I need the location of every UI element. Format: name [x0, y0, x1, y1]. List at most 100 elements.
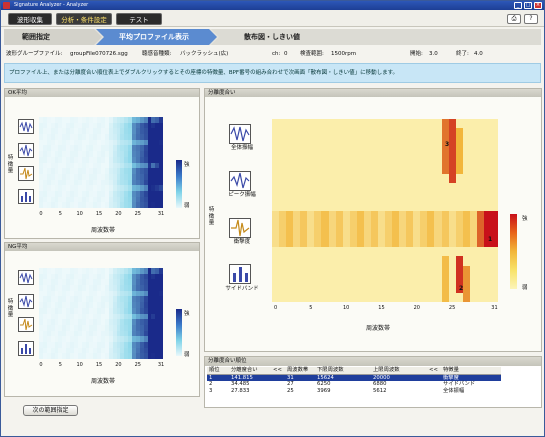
title-bar: Signature Analyzer - Analyzer _ □ × [1, 1, 544, 10]
feature-label-impact: 衝撃度 [233, 239, 251, 245]
ng-cbar-low: 弱 [184, 352, 190, 358]
cell-band: 25 [287, 387, 294, 394]
ok-y-axis-label: 特徴量 [7, 155, 14, 174]
minimize-button[interactable]: _ [514, 2, 522, 9]
ok-cbar-high: 強 [184, 162, 190, 168]
x-tick-label: 25 [134, 362, 141, 368]
rank-panel-title: 分離度合い順位 [205, 357, 541, 366]
cell-low-freq: 6250 [317, 381, 331, 388]
cell-low-freq: 15624 [315, 374, 371, 382]
sep-y-axis-label: 特徴量 [208, 207, 215, 226]
cell-order: 3 [209, 387, 213, 394]
cell-label-2: 2 [459, 285, 464, 292]
tab-waveform-collect[interactable]: 波形収集 [8, 13, 52, 25]
ch-label: ch: [272, 51, 281, 57]
window-title: Signature Analyzer - Analyzer [14, 2, 89, 8]
tab-analysis-settings[interactable]: 分析・条件設定 [56, 13, 112, 25]
app-window: Signature Analyzer - Analyzer _ □ × 波形収集… [0, 0, 545, 437]
close-button[interactable]: × [534, 2, 542, 9]
feature-label-sideband: サイドバンド [225, 286, 259, 292]
rank-col-sort-1[interactable]: << [271, 367, 285, 375]
cell-sort [427, 374, 441, 382]
end-value: 4.0 [474, 51, 483, 57]
cell-separation: 34.485 [231, 381, 250, 388]
info-bar: 波形グループファイル: groupFile070726.sgg 聴感音種類: バ… [4, 47, 541, 61]
step-range-select[interactable]: 範囲指定 [22, 29, 50, 45]
ng-heatmap[interactable] [39, 268, 163, 359]
x-tick-label: 15 [95, 362, 103, 368]
ng-colorbar [176, 309, 182, 356]
help-icon[interactable]: ? [524, 14, 538, 24]
cell-band: 27 [287, 381, 294, 388]
rank-col-feature[interactable]: 特徴量 [441, 367, 501, 375]
peak-amplitude-icon [18, 294, 34, 309]
step-scatter-threshold[interactable]: 散布図・しきい値 [244, 29, 300, 45]
rank-header-row: 順位 分離度合い << 周波数帯 下限周波数 上限周波数 << 特徴量 [207, 367, 501, 375]
x-tick-label: 5 [58, 362, 62, 368]
ok-panel-title: OK平均 [5, 89, 199, 97]
cell-low-freq: 3969 [317, 387, 331, 394]
ng-average-panel: NG平均 特徴量 強 弱 0 5 10 15 20 25 31 周波数帯 [4, 242, 200, 397]
table-row[interactable]: 3 27.833 25 3969 5612 全体振幅 [207, 388, 501, 395]
separation-panel: 分離度合い 特徴量 全体振幅 ピーク振幅 衝撃度 サイドバンド 3 1 2 強 … [204, 88, 542, 352]
cell-separation: 141.815 [229, 374, 271, 382]
x-tick-label: 0 [273, 305, 278, 311]
rank-col-order[interactable]: 順位 [207, 367, 229, 375]
next-range-button[interactable]: 次の範囲指定 [23, 405, 78, 416]
rank-col-low-freq[interactable]: 下限周波数 [315, 367, 371, 375]
cell-sort [271, 388, 285, 395]
rank-col-separation[interactable]: 分離度合い [229, 367, 271, 375]
sideband-icon [18, 341, 34, 356]
sep-cbar-low: 弱 [522, 285, 528, 291]
x-tick-label: 25 [448, 305, 456, 311]
impact-icon [18, 166, 34, 181]
group-file-label: 波形グループファイル: [6, 51, 63, 57]
feature-label-peak-amplitude: ピーク振幅 [228, 192, 256, 198]
ok-heatmap[interactable] [39, 117, 163, 208]
overall-amplitude-icon [18, 270, 34, 285]
ng-cbar-high: 強 [184, 311, 190, 317]
rank-col-sort-2[interactable]: << [427, 367, 441, 375]
peak-amplitude-icon [18, 143, 34, 158]
x-tick-label: 31 [157, 211, 165, 217]
ok-average-panel: OK平均 特徴量 強 弱 0 5 10 15 20 25 31 周波数帯 [4, 88, 200, 239]
separation-heatmap[interactable] [272, 119, 498, 303]
cell-sort [427, 388, 441, 395]
group-file-value: groupFile070726.sgg [70, 51, 128, 57]
cell-order: 2 [209, 381, 213, 388]
rank-table[interactable]: 順位 分離度合い << 周波数帯 下限周波数 上限周波数 << 特徴量 1 141… [207, 367, 501, 394]
cell-order: 1 [207, 374, 229, 382]
peak-amplitude-icon [229, 171, 251, 191]
x-tick-label: 15 [378, 305, 385, 311]
x-tick-label: 10 [76, 211, 83, 217]
table-row[interactable]: 2 34.485 27 6250 6880 サイドバンド [207, 381, 501, 388]
feature-label-overall-amplitude: 全体振幅 [230, 145, 253, 151]
impact-icon [18, 317, 34, 332]
x-tick-label: 15 [95, 211, 103, 217]
printer-icon[interactable]: ⎙ [507, 14, 521, 24]
cell-high-freq: 6880 [373, 381, 387, 388]
x-tick-label: 25 [134, 211, 141, 217]
rank-col-high-freq[interactable]: 上限周波数 [371, 367, 427, 375]
separation-rank-panel: 分離度合い順位 順位 分離度合い << 周波数帯 下限周波数 上限周波数 << … [204, 356, 542, 408]
impact-icon [229, 218, 251, 238]
ng-x-axis-label: 周波数帯 [91, 378, 116, 385]
rank-col-band[interactable]: 周波数帯 [285, 367, 315, 375]
end-label: 終了: [456, 51, 469, 57]
sep-colorbar [510, 214, 517, 289]
cell-high-freq: 5612 [373, 387, 387, 394]
ch-value: 0 [284, 51, 288, 57]
tab-test[interactable]: テスト [116, 13, 162, 25]
range-value: 1500rpm [331, 51, 357, 57]
sound-type-value: バックラッシュ(広) [180, 51, 229, 57]
maximize-button[interactable]: □ [524, 2, 532, 9]
x-tick-label: 31 [157, 362, 165, 368]
cell-feature: サイドバンド [443, 381, 476, 388]
x-tick-label: 10 [76, 362, 83, 368]
step-average-profile[interactable]: 平均プロファイル表示 [119, 29, 189, 45]
start-label: 開始: [410, 51, 423, 57]
sideband-icon [229, 264, 251, 284]
x-tick-label: 0 [39, 362, 43, 368]
x-tick-label: 5 [58, 211, 62, 217]
x-tick-label: 31 [491, 305, 498, 311]
